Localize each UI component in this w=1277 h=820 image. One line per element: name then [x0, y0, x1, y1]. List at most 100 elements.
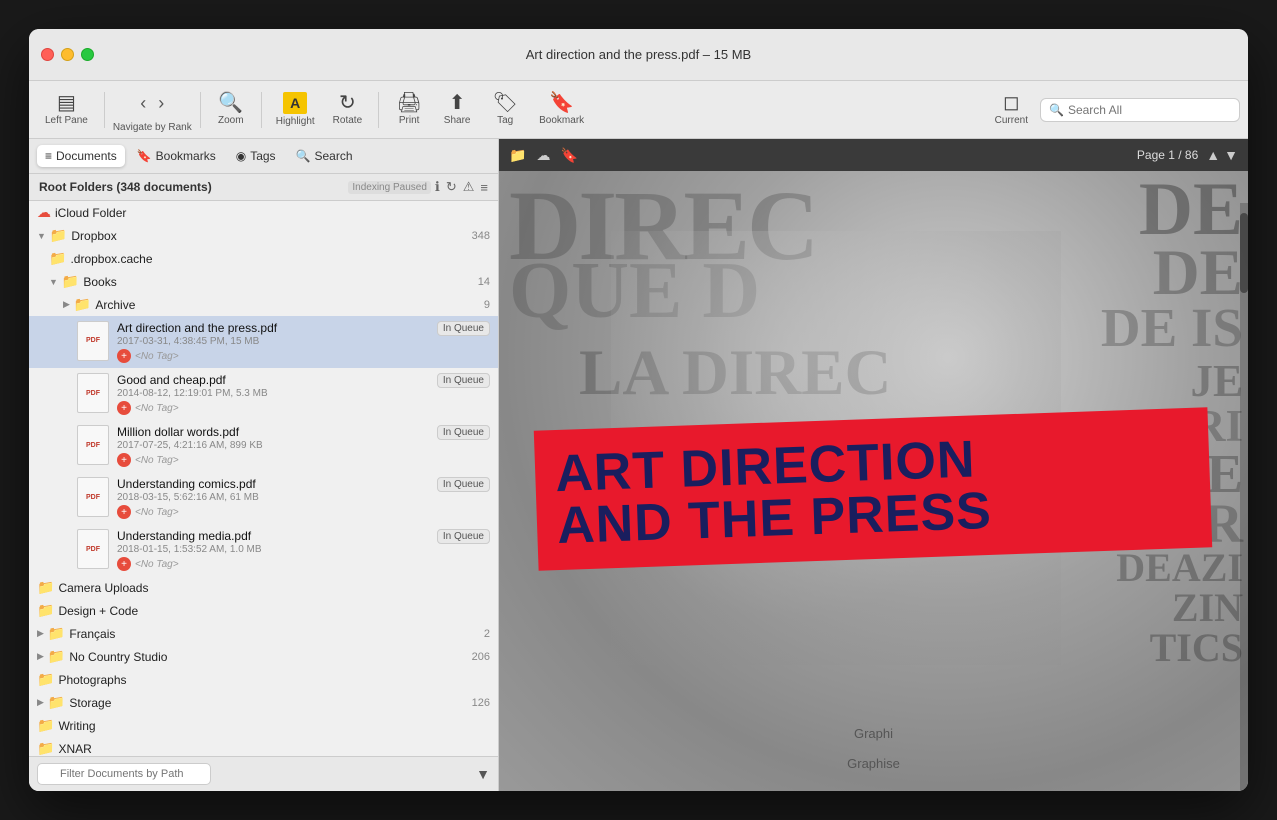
queue-badge-comics: In Queue	[437, 477, 490, 492]
sidebar-item-icloud[interactable]: ☁ iCloud Folder	[29, 201, 498, 224]
books-label: Books	[83, 275, 473, 289]
close-button[interactable]	[41, 48, 54, 61]
viewer-scrollbar[interactable]	[1240, 203, 1248, 791]
viewer-nav: ▲ ▼	[1206, 147, 1238, 163]
rotate-button[interactable]: ↻ Rotate	[325, 89, 370, 130]
sidebar-item-francais[interactable]: ▶ 📁 Français 2	[29, 622, 498, 645]
viewer-prev-btn[interactable]: ▲	[1206, 147, 1220, 163]
pdf-thumb-media: PDF	[77, 529, 109, 569]
current-button[interactable]: ◻ Current	[987, 89, 1036, 130]
main-toolbar: ▤ Left Pane ‹ › Navigate by Rank 🔍 Zoom …	[29, 81, 1248, 139]
filter-funnel-icon[interactable]: ▼	[476, 766, 490, 782]
sidebar-item-no-country[interactable]: ▶ 📁 No Country Studio 206	[29, 645, 498, 668]
print-icon: 🖨	[396, 93, 421, 113]
sidebar-item-dropbox[interactable]: ▼ 📁 Dropbox 348	[29, 224, 498, 247]
menu-icon[interactable]: ≡	[480, 180, 488, 195]
bookmark-label: Bookmark	[539, 115, 584, 126]
add-tag-media[interactable]: +	[117, 557, 131, 571]
pdf-tag-row-comics: + <No Tag>	[117, 505, 429, 519]
highlight-button[interactable]: Highlight	[270, 88, 321, 131]
warning-icon[interactable]: ⚠	[463, 179, 475, 195]
share-label: Share	[444, 115, 471, 126]
navigate-back-button[interactable]: ‹	[134, 87, 152, 120]
tab-bookmarks[interactable]: 🔖 Bookmarks	[129, 145, 224, 167]
folder-list: ☁ iCloud Folder ▼ 📁 Dropbox 348 📁 .dropb…	[29, 201, 498, 756]
tab-search[interactable]: 🔍 Search	[288, 145, 361, 167]
fullscreen-button[interactable]	[81, 48, 94, 61]
sidebar-item-camera-uploads[interactable]: 📁 Camera Uploads	[29, 576, 498, 599]
search-input[interactable]	[1068, 103, 1231, 117]
no-tag-good: <No Tag>	[135, 403, 179, 414]
sidebar-item-design-code[interactable]: 📁 Design + Code	[29, 599, 498, 622]
sidebar-tabs: ≡ Documents 🔖 Bookmarks ◉ Tags 🔍 Search	[29, 139, 498, 174]
refresh-icon[interactable]: ↻	[446, 179, 457, 195]
pdf-name-million: Million dollar words.pdf	[117, 425, 429, 439]
storage-icon: 📁	[48, 694, 65, 711]
bookmark-button[interactable]: 🔖 Bookmark	[531, 89, 592, 130]
pdf-thumb-million: PDF	[77, 425, 109, 465]
pdf-item-good-cheap[interactable]: PDF Good and cheap.pdf 2014-08-12, 12:19…	[29, 368, 498, 420]
pdf-item-understanding-media[interactable]: PDF Understanding media.pdf 2018-01-15, …	[29, 524, 498, 576]
share-button[interactable]: ⬆ Share	[435, 89, 479, 130]
sidebar-item-dropbox-cache[interactable]: 📁 .dropbox.cache	[29, 247, 498, 270]
francais-chevron: ▶	[37, 628, 44, 639]
add-tag-art[interactable]: +	[117, 349, 131, 363]
sidebar-item-writing[interactable]: 📁 Writing	[29, 714, 498, 737]
design-code-label: Design + Code	[58, 604, 490, 618]
queue-badge-media: In Queue	[437, 529, 490, 544]
tab-search-label: Search	[315, 149, 353, 163]
dropbox-count: 348	[472, 230, 490, 242]
navigate-group: ‹ › Navigate by Rank	[113, 87, 192, 133]
scrollbar-thumb[interactable]	[1240, 213, 1248, 293]
sidebar-item-archive[interactable]: ▶ 📁 Archive 9	[29, 293, 498, 316]
pdf-meta-media: 2018-01-15, 1:53:52 AM, 1.0 MB	[117, 544, 429, 555]
add-tag-good[interactable]: +	[117, 401, 131, 415]
info-icon[interactable]: ℹ	[435, 179, 440, 195]
pdf-item-understanding-comics[interactable]: PDF Understanding comics.pdf 2018-03-15,…	[29, 472, 498, 524]
no-tag-media: <No Tag>	[135, 559, 179, 570]
filter-bar: 🔍 ▼	[29, 756, 498, 791]
books-chevron: ▼	[49, 277, 58, 287]
sidebar-item-books[interactable]: ▼ 📁 Books 14	[29, 270, 498, 293]
zoom-button[interactable]: 🔍 Zoom	[209, 89, 253, 130]
tab-documents[interactable]: ≡ Documents	[37, 145, 125, 167]
left-pane-label: Left Pane	[45, 115, 88, 126]
main-area: ≡ Documents 🔖 Bookmarks ◉ Tags 🔍 Search	[29, 139, 1248, 791]
highlight-icon	[283, 92, 307, 114]
print-button[interactable]: 🖨 Print	[387, 89, 431, 130]
tags-icon: ◉	[236, 149, 246, 163]
add-tag-million[interactable]: +	[117, 453, 131, 467]
sidebar-item-xnar[interactable]: 📁 XNAR	[29, 737, 498, 756]
no-country-chevron: ▶	[37, 651, 44, 662]
tab-bookmarks-label: Bookmarks	[156, 149, 216, 163]
viewer-folder-icon[interactable]: 📁	[509, 147, 526, 164]
photographs-label: Photographs	[58, 673, 490, 687]
pdf-item-million-dollar[interactable]: PDF Million dollar words.pdf 2017-07-25,…	[29, 420, 498, 472]
documents-icon: ≡	[45, 149, 52, 163]
minimize-button[interactable]	[61, 48, 74, 61]
pdf-info-art-direction: Art direction and the press.pdf 2017-03-…	[117, 321, 429, 363]
filter-input[interactable]	[37, 763, 211, 785]
pdf-meta-comics: 2018-03-15, 5:62:16 AM, 61 MB	[117, 492, 429, 503]
add-tag-comics[interactable]: +	[117, 505, 131, 519]
tab-tags-label: Tags	[250, 149, 275, 163]
tab-tags[interactable]: ◉ Tags	[228, 145, 284, 167]
pdf-info-comics: Understanding comics.pdf 2018-03-15, 5:6…	[117, 477, 429, 519]
titlebar: Art direction and the press.pdf – 15 MB	[29, 29, 1248, 81]
icloud-icon: ☁	[37, 204, 51, 221]
pdf-viewer: 📁 ☁ 🔖 Page 1 / 86 ▲ ▼	[499, 139, 1248, 791]
pdf-item-art-direction[interactable]: PDF Art direction and the press.pdf 2017…	[29, 316, 498, 368]
sidebar-item-photographs[interactable]: 📁 Photographs	[29, 668, 498, 691]
left-pane-button[interactable]: ▤ Left Pane	[37, 89, 96, 130]
camera-uploads-icon: 📁	[37, 579, 54, 596]
sidebar-header: Root Folders (348 documents) Indexing Pa…	[29, 174, 498, 201]
no-country-count: 206	[472, 651, 490, 663]
viewer-next-btn[interactable]: ▼	[1224, 147, 1238, 163]
writing-icon: 📁	[37, 717, 54, 734]
navigate-forward-button[interactable]: ›	[152, 87, 170, 120]
rotate-label: Rotate	[333, 115, 362, 126]
viewer-cloud-icon[interactable]: ☁	[536, 147, 550, 164]
tag-button[interactable]: 🏷 Tag	[483, 89, 527, 130]
sidebar-item-storage[interactable]: ▶ 📁 Storage 126	[29, 691, 498, 714]
viewer-bookmark-icon[interactable]: 🔖	[560, 147, 577, 164]
